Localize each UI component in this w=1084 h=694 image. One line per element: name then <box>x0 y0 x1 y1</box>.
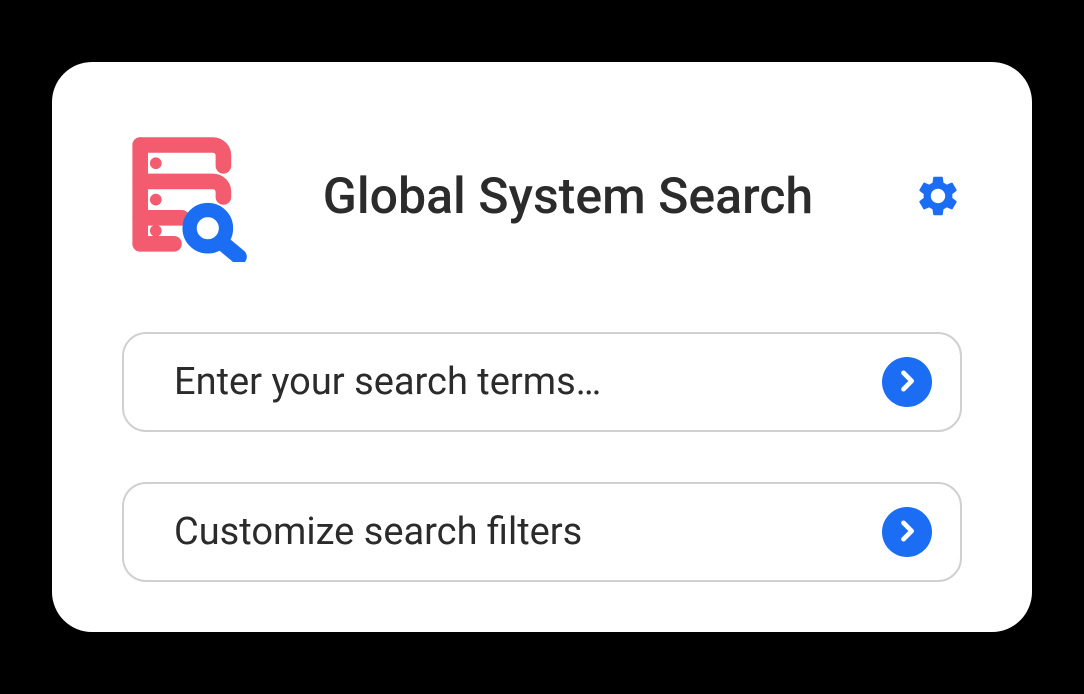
filters-row[interactable]: Customize search filters <box>122 482 962 582</box>
database-search-icon <box>122 132 252 262</box>
settings-button[interactable] <box>914 173 962 221</box>
filters-label: Customize search filters <box>174 510 882 554</box>
gear-icon <box>914 172 962 223</box>
chevron-right-icon <box>893 367 921 398</box>
search-input[interactable] <box>174 360 882 404</box>
filters-open-button[interactable] <box>882 507 932 557</box>
page-title: Global System Search <box>252 168 914 226</box>
search-card: Global System Search Customize search fi… <box>52 62 1032 632</box>
search-submit-button[interactable] <box>882 357 932 407</box>
header: Global System Search <box>122 132 962 262</box>
chevron-right-icon <box>893 517 921 548</box>
search-field-row[interactable] <box>122 332 962 432</box>
